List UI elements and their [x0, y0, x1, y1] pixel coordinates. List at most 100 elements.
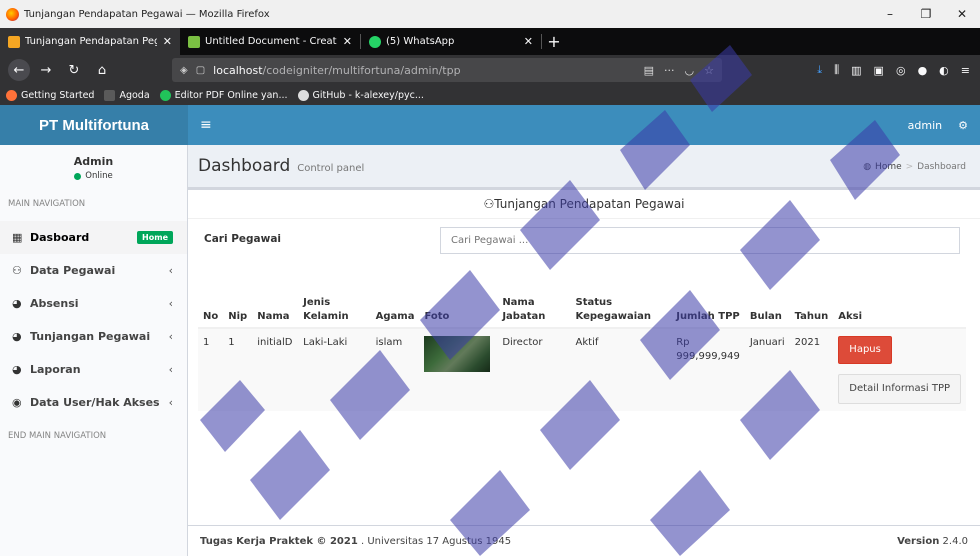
search-input[interactable] — [440, 227, 960, 254]
close-window-button[interactable]: ✕ — [944, 0, 980, 28]
page-actions-icon[interactable]: ··· — [664, 64, 675, 77]
col-header-jumlah-tpp: Jumlah TPP — [671, 282, 745, 329]
breadcrumb-home-link[interactable]: Home — [875, 162, 902, 172]
cell-foto — [419, 327, 498, 411]
table-header-row: No Nip Nama Jenis Kelamin Agama Foto Nam… — [198, 282, 966, 329]
sidebar-item-absensi[interactable]: ◕ Absensi ‹ — [0, 287, 187, 320]
user-status: Online — [0, 171, 187, 181]
user-panel: Admin Online — [0, 145, 187, 189]
sidebar-item-data-pegawai[interactable]: ⚇ Data Pegawai ‹ — [0, 254, 187, 287]
users-icon: ⚇ — [12, 264, 22, 277]
downloads-icon[interactable]: ⤓ — [817, 63, 822, 77]
menu-icon[interactable]: ≡ — [961, 64, 970, 77]
close-tab-icon[interactable]: ✕ — [343, 35, 352, 48]
app-header: PT Multifortuna ≡ admin ⚙ — [0, 105, 980, 145]
pocket-icon[interactable]: ◡ — [685, 64, 695, 77]
app-logo[interactable]: PT Multifortuna — [0, 105, 188, 145]
sidebar-item-label: Data User/Hak Akses — [30, 396, 160, 409]
toolbar-right: ⤓ ⫼ ▥ ▣ ◎ ● ◐ ≡ — [817, 55, 980, 85]
box-title-label: Tunjangan Pendapatan Pegawai — [494, 197, 685, 211]
new-tab-button[interactable]: + — [542, 28, 566, 55]
cell-jenis-kelamin: Laki-Laki — [298, 327, 371, 411]
navigation-toolbar: ← → ↻ ⌂ ◈ ▢ localhost/codeigniter/multif… — [0, 55, 980, 85]
sidebar-item-dasboard[interactable]: ▦ Dasboard Home — [0, 221, 187, 254]
extension-icon[interactable]: ◐ — [939, 64, 949, 77]
maximize-button[interactable]: ❐ — [908, 0, 944, 28]
table-row: 1 1 initialD Laki-Laki islam Director Ak… — [198, 327, 966, 411]
close-tab-icon[interactable]: ✕ — [163, 35, 172, 48]
user-name: Admin — [73, 155, 114, 168]
pdf-editor-icon — [159, 89, 171, 101]
main-content: Dashboard Control panel ◍ Home > Dashboa… — [188, 145, 980, 527]
page-title: Dashboard — [198, 156, 291, 176]
sidebar-item-label: Laporan — [30, 363, 81, 376]
cell-no: 1 — [198, 327, 224, 411]
sidebar-item-label: Dasboard — [30, 231, 90, 244]
reader-view-icon[interactable]: ▤ — [644, 64, 654, 77]
forward-button[interactable]: → — [34, 58, 58, 82]
sidebar-item-tunjangan-pegawai[interactable]: ◕ Tunjangan Pegawai ‹ — [0, 320, 187, 353]
shield-icon[interactable]: ◈ — [180, 65, 188, 76]
extension-icon[interactable]: ▣ — [874, 64, 884, 77]
pie-chart-icon: ◕ — [12, 297, 22, 310]
col-header-status: Status Kepegawaian — [570, 282, 672, 329]
tab-label: (5) WhatsApp — [386, 36, 455, 47]
bookmarks-bar: Getting Started Agoda Editor PDF Online … — [0, 85, 980, 105]
cell-aksi: Hapus Detail Informasi TPP — [833, 327, 966, 411]
tab-tunjangan[interactable]: Tunjangan Pendapatan Pegawai ✕ — [0, 28, 180, 55]
content-header: Dashboard Control panel ◍ Home > Dashboa… — [188, 145, 980, 187]
back-button[interactable]: ← — [8, 59, 30, 81]
version-label: Version — [897, 535, 940, 547]
tab-label: Untitled Document - Creately — [205, 36, 337, 47]
header-right: admin ⚙ — [908, 105, 968, 145]
reload-button[interactable]: ↻ — [62, 58, 86, 82]
url-bar[interactable]: ◈ ▢ localhost/codeigniter/multifortuna/a… — [172, 58, 722, 82]
extension-icon[interactable]: ● — [918, 64, 928, 77]
bookmark-label: Editor PDF Online yan... — [174, 89, 288, 101]
search-row: Cari Pegawai — [188, 219, 980, 259]
bookmark-label: Agoda — [119, 89, 150, 101]
bookmark-getting-started[interactable]: Getting Started — [6, 89, 94, 101]
user-status-label: Online — [85, 171, 113, 181]
close-tab-icon[interactable]: ✕ — [524, 35, 533, 48]
sidebar-item-label: Tunjangan Pegawai — [30, 330, 151, 343]
col-header-foto: Foto — [419, 282, 498, 329]
tab-whatsapp[interactable]: (5) WhatsApp ✕ — [361, 28, 541, 55]
sidebar-nav-header: MAIN NAVIGATION — [8, 199, 86, 209]
dashboard-icon: ◍ — [863, 162, 872, 172]
chevron-left-icon: ‹ — [168, 396, 173, 409]
cell-bulan: Januari — [744, 327, 790, 411]
users-icon: ⚇ — [483, 197, 495, 211]
col-header-agama: Agama — [370, 282, 420, 329]
whatsapp-icon — [369, 35, 381, 48]
agoda-icon — [104, 89, 116, 101]
sidebar-toggle-icon[interactable]: ≡ — [200, 117, 212, 133]
bookmark-github[interactable]: GitHub - k-alexey/pyc... — [297, 89, 424, 101]
version-number: 2.4.0 — [942, 535, 968, 547]
sidebar-toggle-icon[interactable]: ▥ — [851, 64, 861, 77]
gears-icon[interactable]: ⚙ — [958, 119, 968, 132]
home-badge: Home — [137, 231, 173, 244]
minimize-button[interactable]: – — [872, 0, 908, 28]
bookmark-agoda[interactable]: Agoda — [104, 89, 150, 101]
footer-version: Version 2.4.0 — [897, 536, 968, 547]
cell-nip: 1 — [223, 327, 253, 411]
bookmark-pdf-editor[interactable]: Editor PDF Online yan... — [159, 89, 288, 101]
tab-creately[interactable]: Untitled Document - Creately ✕ — [180, 28, 360, 55]
page-info-icon[interactable]: ▢ — [196, 65, 205, 76]
extension-icon[interactable]: ◎ — [896, 64, 906, 77]
library-icon[interactable]: ⫼ — [834, 63, 839, 77]
bookmark-star-icon[interactable]: ☆ — [704, 64, 714, 77]
sidebar-item-label: Data Pegawai — [30, 264, 116, 277]
home-button[interactable]: ⌂ — [90, 58, 114, 82]
detail-informasi-tpp-button[interactable]: Detail Informasi TPP — [838, 374, 961, 404]
tab-label: Tunjangan Pendapatan Pegawai — [25, 36, 157, 47]
breadcrumb-current: Dashboard — [917, 162, 966, 172]
footer-credit-rest: . Universitas 17 Agustus 1945 — [357, 535, 512, 547]
hapus-button[interactable]: Hapus — [838, 336, 892, 364]
sidebar-item-laporan[interactable]: ◕ Laporan ‹ — [0, 353, 187, 386]
col-header-no: No — [198, 282, 224, 329]
user-menu[interactable]: admin — [908, 119, 942, 132]
window-controls: – ❐ ✕ — [872, 0, 980, 28]
sidebar-item-data-user[interactable]: ◉ Data User/Hak Akses ‹ — [0, 386, 187, 419]
